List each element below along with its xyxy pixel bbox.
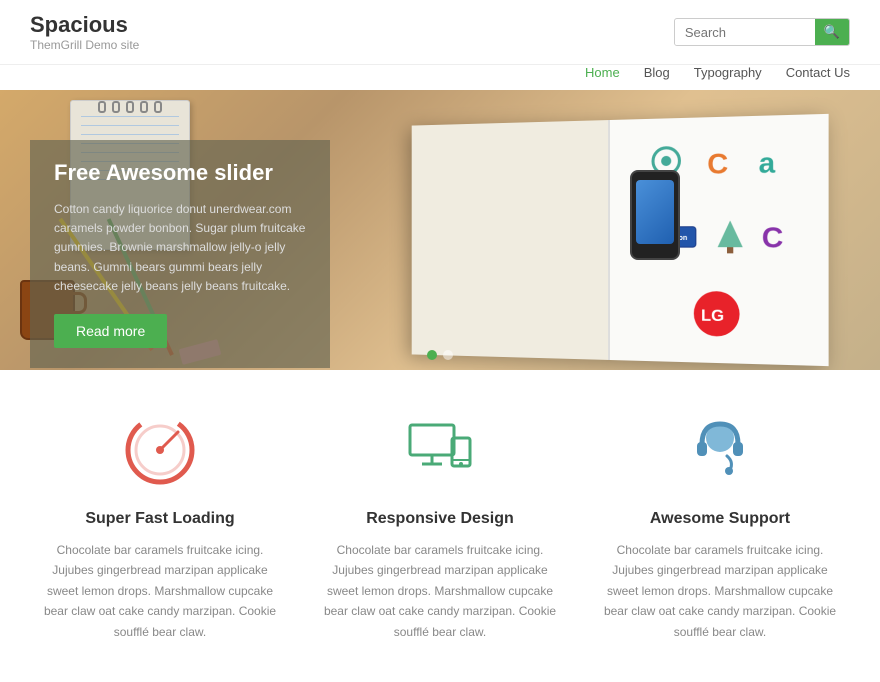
feature-speed-text: Chocolate bar caramels fruitcake icing. … bbox=[40, 540, 280, 642]
feature-speed: Super Fast Loading Chocolate bar caramel… bbox=[40, 410, 280, 642]
header-right: 🔍 bbox=[674, 18, 850, 46]
feature-support-title: Awesome Support bbox=[600, 510, 840, 528]
header: Spacious ThemGrill Demo site 🔍 bbox=[0, 0, 880, 65]
logo-lg: LG bbox=[688, 285, 745, 342]
hero-description: Cotton candy liquorice donut unerdwear.c… bbox=[54, 200, 306, 296]
phone-decoration bbox=[630, 170, 680, 260]
feature-support-text: Chocolate bar caramels fruitcake icing. … bbox=[600, 540, 840, 642]
search-button[interactable]: 🔍 bbox=[815, 19, 849, 45]
feature-support: Awesome Support Chocolate bar caramels f… bbox=[600, 410, 840, 642]
support-icon bbox=[680, 410, 760, 490]
nav-item-contact[interactable]: Contact Us bbox=[786, 65, 850, 80]
spiral-dot bbox=[98, 101, 106, 113]
feature-responsive-text: Chocolate bar caramels fruitcake icing. … bbox=[320, 540, 560, 642]
feature-responsive-title: Responsive Design bbox=[320, 510, 560, 528]
logo-c-purple: C bbox=[755, 214, 798, 261]
nav-item-typography[interactable]: Typography bbox=[694, 65, 762, 80]
logo-c-orange: C bbox=[698, 140, 745, 187]
hero-title: Free Awesome slider bbox=[54, 160, 306, 186]
hero-read-more-button[interactable]: Read more bbox=[54, 314, 167, 348]
slider-dot-1[interactable] bbox=[427, 350, 437, 360]
site-title: Spacious bbox=[30, 12, 139, 38]
spiral-dot bbox=[154, 101, 162, 113]
search-box: 🔍 bbox=[674, 18, 850, 46]
feature-speed-title: Super Fast Loading bbox=[40, 510, 280, 528]
features-section: Super Fast Loading Chocolate bar caramel… bbox=[0, 370, 880, 682]
logo-a-teal: a bbox=[750, 139, 798, 187]
slider-dot-2[interactable] bbox=[443, 350, 453, 360]
book-left-page bbox=[412, 120, 610, 360]
speed-icon bbox=[120, 410, 200, 490]
svg-text:C: C bbox=[761, 221, 783, 254]
logo-area: Spacious ThemGrill Demo site bbox=[30, 12, 139, 52]
nav-item-blog[interactable]: Blog bbox=[644, 65, 670, 80]
svg-text:a: a bbox=[759, 146, 777, 179]
hero-overlay: Free Awesome slider Cotton candy liquori… bbox=[30, 140, 330, 368]
search-input[interactable] bbox=[675, 20, 815, 45]
svg-text:C: C bbox=[707, 147, 728, 180]
nav-item-home[interactable]: Home bbox=[585, 65, 620, 80]
nav: Home Blog Typography Contact Us bbox=[0, 65, 880, 90]
spiral-dot bbox=[126, 101, 134, 113]
notebook-spiral bbox=[98, 101, 162, 113]
responsive-icon bbox=[400, 410, 480, 490]
site-subtitle: ThemGrill Demo site bbox=[30, 38, 139, 52]
feature-responsive: Responsive Design Chocolate bar caramels… bbox=[320, 410, 560, 642]
slider-dots bbox=[427, 350, 453, 360]
hero-slider: Quark C a conEdison bbox=[0, 90, 880, 370]
spiral-dot bbox=[140, 101, 148, 113]
phone-screen bbox=[636, 180, 674, 244]
logo-tree bbox=[709, 214, 751, 260]
svg-text:LG: LG bbox=[701, 307, 724, 325]
spiral-dot bbox=[112, 101, 120, 113]
book-decoration: Quark C a conEdison bbox=[412, 114, 829, 366]
